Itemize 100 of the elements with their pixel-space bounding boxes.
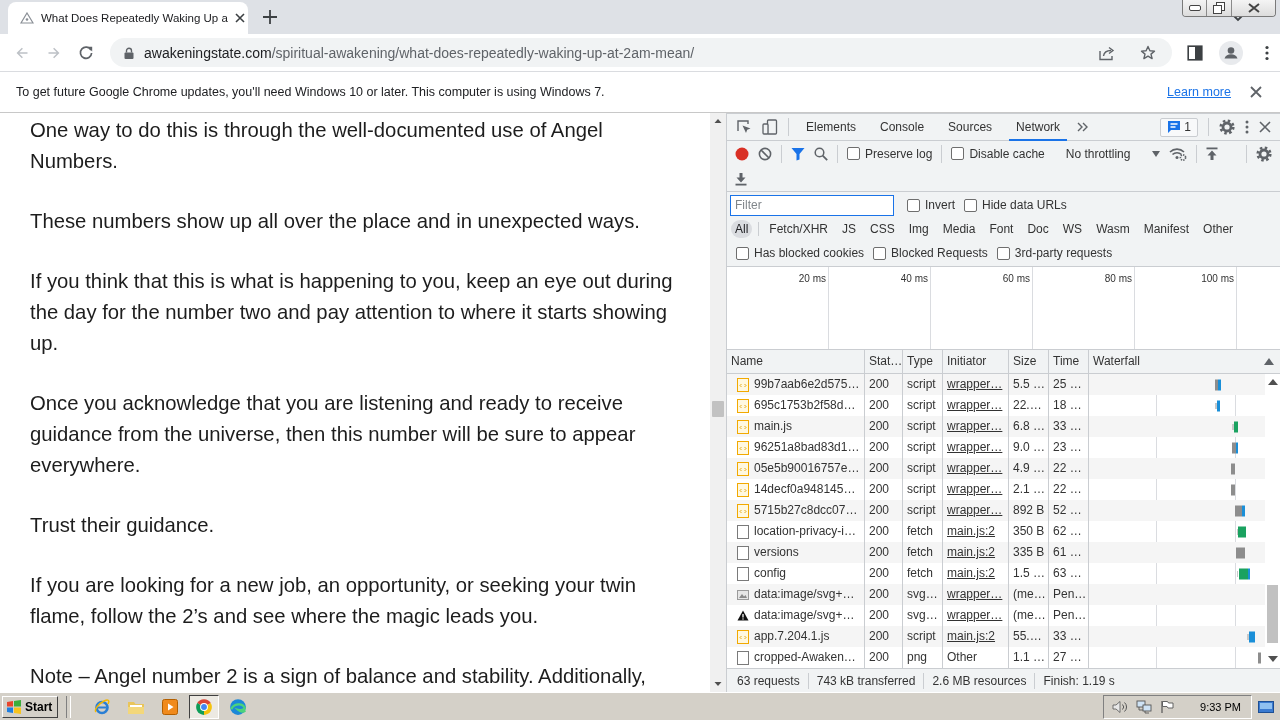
inspect-icon[interactable] xyxy=(736,119,752,135)
scroll-down-icon[interactable] xyxy=(1267,656,1278,662)
menu-icon[interactable] xyxy=(1245,119,1249,135)
settings-icon[interactable] xyxy=(1219,119,1235,135)
device-icon[interactable] xyxy=(762,119,778,135)
side-panel-icon[interactable] xyxy=(1187,44,1203,61)
initiator-link[interactable]: wrapper… xyxy=(947,482,1003,496)
initiator-link[interactable]: main.js:2 xyxy=(947,545,996,559)
checkbox[interactable] xyxy=(907,198,920,212)
column-header[interactable]: Size xyxy=(1009,350,1049,373)
type-filter[interactable]: CSS xyxy=(866,220,899,238)
column-header[interactable]: Type xyxy=(903,350,943,373)
checkbox-label[interactable]: Disable cache xyxy=(969,146,1045,161)
initiator-link[interactable]: main.js:2 xyxy=(947,629,996,643)
double-chevron-icon[interactable] xyxy=(1077,122,1090,132)
address-bar[interactable]: awakeningstate.com/spiritual-awakening/what-does-repeatedly-waking-up-at-2am-mean/ xyxy=(110,38,1172,67)
checkbox[interactable] xyxy=(951,147,965,160)
type-filter[interactable]: Media xyxy=(938,220,980,238)
initiator-link[interactable]: wrapper… xyxy=(947,608,1003,622)
initiator-link[interactable]: wrapper… xyxy=(947,587,1003,601)
avatar-icon[interactable] xyxy=(1219,40,1243,65)
sort-up-icon[interactable] xyxy=(1264,358,1274,365)
request-name[interactable]: 14decf0a948145… xyxy=(754,479,856,500)
checkbox[interactable] xyxy=(736,246,749,260)
initiator-link[interactable]: wrapper… xyxy=(947,419,1003,433)
request-name[interactable]: 695c1753b2f58d… xyxy=(754,395,856,416)
filter-input[interactable]: Filter xyxy=(730,194,894,216)
request-name[interactable]: data:image/svg+… xyxy=(754,584,855,605)
flag-icon[interactable] xyxy=(1160,699,1175,714)
type-filter[interactable]: Other xyxy=(1199,220,1238,238)
column-header[interactable]: Stat… xyxy=(865,350,903,373)
clock[interactable]: 9:33 PM xyxy=(1200,700,1241,713)
type-filter[interactable]: Wasm xyxy=(1092,220,1134,238)
record-icon[interactable] xyxy=(735,146,749,161)
checkbox[interactable] xyxy=(873,246,887,260)
settings-icon[interactable] xyxy=(1256,145,1272,162)
checkbox-label[interactable]: Invert xyxy=(925,198,955,212)
star-icon[interactable] xyxy=(1140,44,1156,61)
request-name[interactable]: location-privacy-i… xyxy=(754,521,857,542)
table-row[interactable]: 5715b27c8dcc07… 200 script wrapper… 892 B 52 … xyxy=(727,500,1265,521)
network-icon[interactable] xyxy=(1136,699,1153,714)
request-name[interactable]: cropped-Awaken… xyxy=(754,647,856,668)
scrollbar[interactable] xyxy=(710,113,726,692)
taskbar-button[interactable] xyxy=(189,694,220,719)
learn-more-link[interactable]: Learn more xyxy=(1167,85,1231,99)
initiator-link[interactable]: wrapper… xyxy=(947,398,1003,412)
plus-icon[interactable] xyxy=(263,10,277,24)
request-name[interactable]: app.7.204.1.js xyxy=(754,626,830,647)
type-filter[interactable]: Font xyxy=(985,220,1018,238)
initiator-link[interactable]: wrapper… xyxy=(947,377,1003,391)
type-filter[interactable]: Img xyxy=(904,220,933,238)
table-row[interactable]: app.7.204.1.js 200 script main.js:2 55.… 33 … xyxy=(727,626,1265,647)
table-row[interactable]: 05e5b90016757e… 200 script wrapper… 4.9 … 22 … xyxy=(727,458,1265,479)
request-name[interactable]: versions xyxy=(754,542,799,563)
issues-button[interactable]: 1 xyxy=(1160,117,1198,137)
initiator-link[interactable]: main.js:2 xyxy=(947,524,996,538)
timeline-overview[interactable]: 20 ms 40 ms 60 ms 80 ms 100 ms xyxy=(727,267,1280,350)
restore-button[interactable] xyxy=(1207,0,1232,16)
column-header[interactable]: Time xyxy=(1049,350,1089,373)
wifi-settings-icon[interactable] xyxy=(1169,146,1188,161)
request-name[interactable]: 05e5b90016757e… xyxy=(754,458,860,479)
close-icon[interactable] xyxy=(1259,121,1271,133)
type-filter[interactable]: Fetch/XHR xyxy=(765,220,833,238)
share-icon[interactable] xyxy=(1098,44,1116,61)
filter-icon[interactable] xyxy=(791,146,805,161)
request-name[interactable]: 99b7aab6e2d575… xyxy=(754,374,860,395)
checkbox-label[interactable]: Hide data URLs xyxy=(982,198,1067,212)
checkbox[interactable] xyxy=(996,246,1010,260)
type-filter[interactable]: Manifest xyxy=(1139,220,1194,238)
devtools-tab[interactable]: Sources xyxy=(941,113,1000,141)
request-name[interactable]: config xyxy=(754,563,787,584)
type-filter[interactable]: JS xyxy=(838,220,861,238)
show-desktop-icon[interactable] xyxy=(1258,700,1274,713)
type-filter[interactable]: Doc xyxy=(1023,220,1053,238)
initiator-link[interactable]: wrapper… xyxy=(947,503,1003,517)
request-name[interactable]: main.js xyxy=(754,416,792,437)
type-filter[interactable]: All xyxy=(731,220,753,238)
column-header[interactable]: Initiator xyxy=(943,350,1009,373)
browser-tab[interactable]: What Does Repeatedly Waking Up a xyxy=(8,2,248,34)
table-row[interactable]: data:image/svg+… 200 svg… wrapper… (me… Pen… xyxy=(727,584,1265,605)
checkbox-label[interactable]: Has blocked cookies xyxy=(754,246,865,260)
checkbox-label[interactable]: Blocked Requests xyxy=(891,246,988,260)
reload-icon[interactable] xyxy=(78,44,94,61)
checkbox-label[interactable]: Preserve log xyxy=(865,146,933,161)
close-window-button[interactable] xyxy=(1232,0,1275,16)
request-name[interactable]: 96251a8bad83d1… xyxy=(754,437,860,458)
column-header[interactable]: Waterfall xyxy=(1089,350,1280,373)
table-row[interactable]: 99b7aab6e2d575… 200 script wrapper… 5.5 … 25 … xyxy=(727,374,1265,395)
clear-icon[interactable] xyxy=(758,146,772,161)
initiator-link[interactable]: wrapper… xyxy=(947,461,1003,475)
search-icon[interactable] xyxy=(814,146,828,161)
throttling-dropdown[interactable]: No throttling xyxy=(1065,146,1161,161)
request-name[interactable]: data:image/svg+… xyxy=(754,605,855,626)
request-name[interactable]: 5715b27c8dcc07… xyxy=(754,500,858,521)
url-text[interactable]: awakeningstate.com/spiritual-awakening/what-does-repeatedly-waking-up-at-2am-mean/ xyxy=(144,44,695,61)
initiator-link[interactable]: main.js:2 xyxy=(947,566,996,580)
upload-icon[interactable] xyxy=(1206,146,1219,161)
minimize-button[interactable] xyxy=(1183,0,1207,16)
scrollbar-thumb[interactable] xyxy=(1267,585,1278,643)
download-icon[interactable] xyxy=(735,171,747,186)
